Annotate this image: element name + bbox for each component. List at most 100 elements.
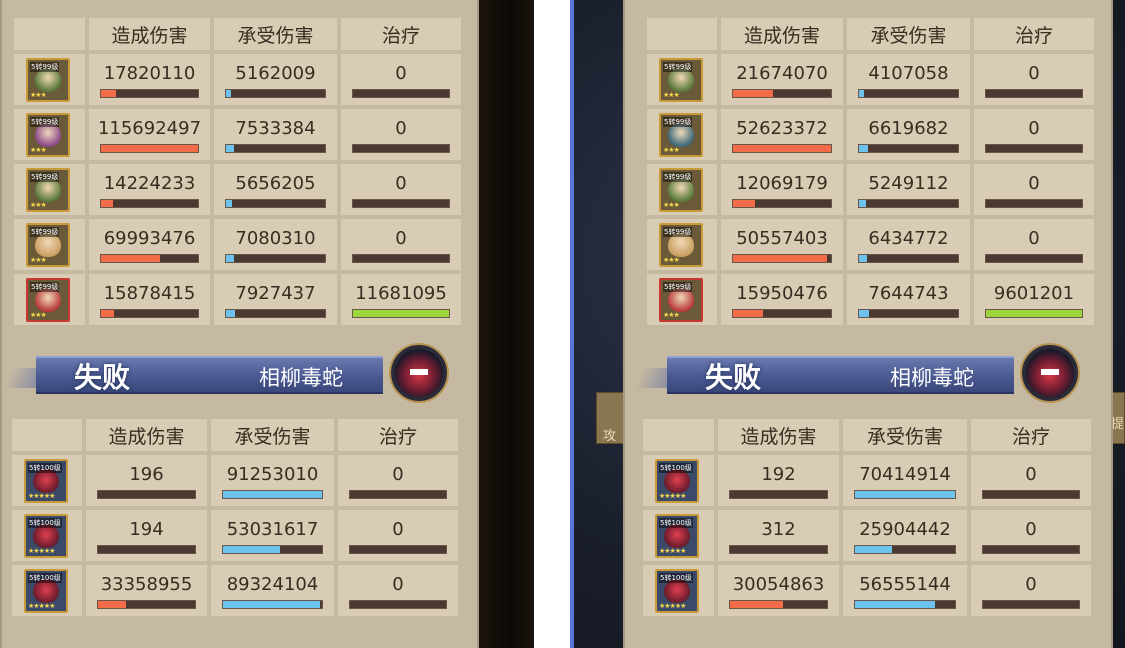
damage-dealt-bar-fill xyxy=(101,145,198,152)
damage-taken-bar xyxy=(225,199,326,208)
damage-dealt-bar-fill xyxy=(733,145,831,152)
healing-cell: 0 xyxy=(974,109,1094,160)
damage-dealt-value: 194 xyxy=(129,519,164,540)
hero-portrait-cell: 5转99级 ★★★ xyxy=(14,54,85,105)
healing-bar-fill xyxy=(986,310,1082,317)
healing-cell: 0 xyxy=(971,455,1091,506)
damage-taken-bar-fill xyxy=(223,546,281,553)
healing-cell: 0 xyxy=(341,109,461,160)
damage-taken-bar-fill xyxy=(226,310,235,317)
damage-dealt-cell: 192 xyxy=(718,455,839,506)
hero-portrait[interactable]: 5转99级 ★★★ xyxy=(26,58,70,102)
damage-dealt-bar-fill xyxy=(733,255,828,262)
level-label: 5转100级 xyxy=(659,573,693,583)
damage-taken-bar xyxy=(225,89,326,98)
healing-cell: 0 xyxy=(971,565,1091,616)
damage-taken-value: 5162009 xyxy=(235,63,316,84)
enemy-portrait[interactable]: 5转100级 ★★★★★ xyxy=(655,459,699,503)
healing-value: 9601201 xyxy=(993,283,1075,304)
healing-cell: 9601201 xyxy=(974,274,1094,325)
header-corner xyxy=(14,18,85,50)
enemy-portrait[interactable]: 5转100级 ★★★★★ xyxy=(655,514,699,558)
star-rank-icon: ★★★ xyxy=(30,256,47,264)
damage-dealt-cell: 15950476 xyxy=(721,274,843,325)
header-healing: 治疗 xyxy=(341,18,461,50)
enemy-boss-portrait[interactable] xyxy=(391,345,447,401)
boss-mask-icon xyxy=(410,369,428,375)
hero-portrait[interactable]: 5转99级 ★★★ xyxy=(659,58,703,102)
enemy-boss-portrait[interactable] xyxy=(1022,345,1078,401)
enemy-portrait-cell: 5转100级 ★★★★★ xyxy=(12,565,82,616)
header-corner xyxy=(643,419,714,451)
healing-value: 0 xyxy=(1025,464,1037,485)
healing-value: 0 xyxy=(395,118,407,139)
healing-value: 0 xyxy=(1028,228,1040,249)
damage-dealt-value: 12069179 xyxy=(736,173,828,194)
damage-taken-cell: 7533384 xyxy=(214,109,337,160)
damage-taken-cell: 56555144 xyxy=(843,565,967,616)
healing-value: 0 xyxy=(392,464,404,485)
game-background-left xyxy=(477,0,534,648)
damage-dealt-cell: 30054863 xyxy=(718,565,839,616)
healing-value: 0 xyxy=(395,228,407,249)
damage-dealt-value: 192 xyxy=(761,464,796,485)
healing-bar xyxy=(352,254,450,263)
enemy-portrait[interactable]: 5转100级 ★★★★★ xyxy=(655,569,699,613)
star-rank-icon: ★★★ xyxy=(663,201,680,209)
battle-result-label: 失败 xyxy=(705,361,762,394)
damage-dealt-bar-fill xyxy=(101,200,113,207)
star-rank-icon: ★★★ xyxy=(30,201,47,209)
healing-value: 0 xyxy=(1028,118,1040,139)
hero-portrait[interactable]: 5转99级 ★★★ xyxy=(659,278,703,322)
damage-taken-cell: 5656205 xyxy=(214,164,337,215)
healing-cell: 0 xyxy=(341,219,461,270)
level-label: 5转99级 xyxy=(30,117,60,127)
damage-taken-bar xyxy=(854,490,956,499)
star-rank-icon: ★★★ xyxy=(30,91,47,99)
enemy-name: 相柳毒蛇 xyxy=(890,366,974,390)
damage-dealt-bar-fill xyxy=(733,310,763,317)
hero-portrait[interactable]: 5转99级 ★★★ xyxy=(26,223,70,267)
level-label: 5转99级 xyxy=(30,227,60,237)
damage-taken-value: 6619682 xyxy=(868,118,949,139)
damage-dealt-bar xyxy=(732,144,832,153)
damage-dealt-bar xyxy=(97,600,196,609)
level-label: 5转100级 xyxy=(659,518,693,528)
hero-portrait[interactable]: 5转99级 ★★★ xyxy=(659,113,703,157)
damage-dealt-bar xyxy=(729,545,828,554)
damage-dealt-value: 196 xyxy=(129,464,164,485)
hero-portrait[interactable]: 5转99级 ★★★ xyxy=(659,223,703,267)
damage-dealt-bar xyxy=(100,89,199,98)
damage-taken-bar-fill xyxy=(859,255,868,262)
enemy-portrait[interactable]: 5转100级 ★★★★★ xyxy=(24,459,68,503)
hero-portrait[interactable]: 5转99级 ★★★ xyxy=(26,168,70,212)
hero-portrait[interactable]: 5转99级 ★★★ xyxy=(26,278,70,322)
healing-bar xyxy=(352,199,450,208)
damage-dealt-bar xyxy=(100,144,199,153)
healing-cell: 0 xyxy=(971,510,1091,561)
level-label: 5转99级 xyxy=(663,62,693,72)
damage-taken-bar xyxy=(225,254,326,263)
background-scroll-left: 攻 xyxy=(596,392,624,444)
level-label: 5转100级 xyxy=(28,573,62,583)
damage-taken-value: 5656205 xyxy=(235,173,316,194)
damage-taken-bar-fill xyxy=(226,145,235,152)
damage-dealt-cell: 33358955 xyxy=(86,565,207,616)
damage-dealt-cell: 115692497 xyxy=(89,109,210,160)
star-rank-icon: ★★★★★ xyxy=(28,492,55,500)
damage-taken-bar xyxy=(858,199,959,208)
damage-taken-bar-fill xyxy=(223,491,322,498)
healing-bar xyxy=(349,490,447,499)
healing-bar xyxy=(982,600,1080,609)
hero-portrait-cell: 5转99级 ★★★ xyxy=(14,274,85,325)
hero-portrait[interactable]: 5转99级 ★★★ xyxy=(26,113,70,157)
damage-taken-bar xyxy=(225,309,326,318)
enemy-portrait[interactable]: 5转100级 ★★★★★ xyxy=(24,569,68,613)
damage-taken-value: 70414914 xyxy=(859,464,951,485)
healing-bar xyxy=(985,309,1083,318)
battle-stats-panel-2: 造成伤害 承受伤害 治疗 5转99级 ★★★ 21674070 4107058 0 5转99级 ★… xyxy=(623,0,1113,648)
healing-value: 0 xyxy=(1028,63,1040,84)
enemy-portrait[interactable]: 5转100级 ★★★★★ xyxy=(24,514,68,558)
hero-portrait[interactable]: 5转99级 ★★★ xyxy=(659,168,703,212)
damage-dealt-cell: 196 xyxy=(86,455,207,506)
